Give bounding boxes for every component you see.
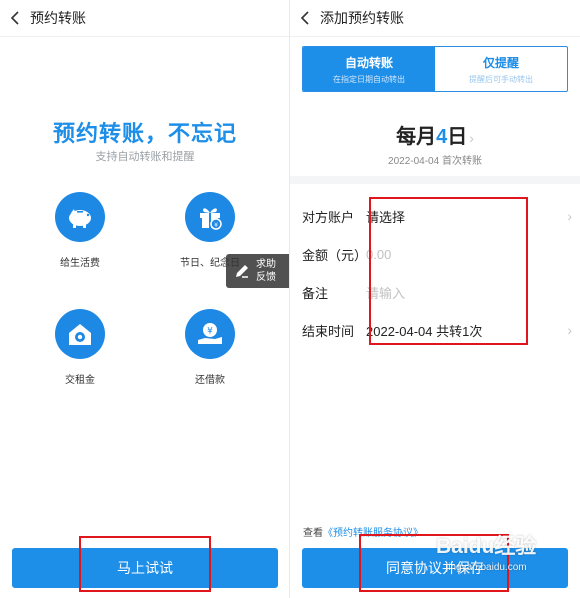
chevron-right-icon: ›: [469, 130, 474, 146]
nav-bar: 添加预约转账: [290, 0, 580, 36]
page-title: 添加预约转账: [320, 10, 404, 26]
amount-input[interactable]: 0.00: [366, 247, 391, 262]
section-separator: [290, 176, 580, 184]
row-label: 结束时间: [302, 323, 355, 339]
try-now-button[interactable]: 马上试试: [12, 548, 278, 588]
first-transfer-date: 2022-04-04 首次转账: [388, 156, 482, 167]
yuan-hand-icon: ¥: [198, 323, 222, 344]
feature-label: 还借款: [195, 375, 225, 386]
transfer-mode-segmented-control: 自动转账 在指定日期自动转出 仅提醒 提醒后可手动转出: [302, 46, 568, 92]
end-time-row[interactable]: 结束时间 2022-04-04 共转1次 ›: [290, 315, 580, 345]
schedule-day: 4: [436, 126, 448, 148]
row-label: 备注: [302, 285, 329, 301]
agreement-prefix: 查看: [303, 528, 323, 539]
note-row: 备注 请输入: [290, 277, 580, 307]
amount-row: 金额（元） 0.00: [290, 239, 580, 269]
schedule-suffix: 日: [447, 126, 468, 148]
row-label: 金额（元）: [302, 247, 368, 263]
nav-bar: 预约转账: [0, 0, 290, 36]
nav-divider: [290, 36, 580, 37]
watermark: Baidu经验 jingyan.baidu.com: [436, 528, 576, 582]
note-input[interactable]: 请输入: [366, 283, 405, 302]
tab-label: 仅提醒: [482, 55, 519, 70]
tab-sublabel: 提醒后可手动转出: [469, 74, 533, 84]
feature-living-expenses[interactable]: 给生活费: [25, 192, 135, 269]
right-screen: 添加预约转账 自动转账 在指定日期自动转出 仅提醒 提醒后可手动转出 每月4日 ›…: [290, 0, 580, 598]
page-title: 预约转账: [30, 10, 86, 26]
tab-remind-only[interactable]: 仅提醒 提醒后可手动转出: [435, 47, 567, 91]
house-icon: [69, 324, 91, 345]
help-feedback-button[interactable]: 求助 反馈: [226, 254, 290, 288]
hero-subtitle: 支持自动转账和提醒: [95, 151, 195, 163]
gift-box-icon: ¥: [200, 208, 222, 230]
chevron-right-icon: ›: [567, 208, 572, 224]
payee-account-select[interactable]: 请选择: [366, 207, 405, 226]
row-label: 对方账户: [302, 209, 355, 225]
feature-label: 给生活费: [60, 258, 100, 269]
feature-rent[interactable]: 交租金: [25, 309, 135, 386]
svg-text:¥: ¥: [207, 327, 213, 337]
schedule-prefix: 每月: [396, 126, 437, 148]
back-button[interactable]: [0, 0, 30, 36]
pencil-icon: [236, 265, 248, 278]
schedule-selector[interactable]: 每月4日 ›: [290, 120, 580, 149]
feature-label: 交租金: [65, 375, 95, 386]
agreement-text: 查看《预约转账服务协议》: [303, 524, 423, 539]
chevron-left-icon: [300, 11, 309, 25]
left-screen: 预约转账 预约转账，不忘记 支持自动转账和提醒 给生活费 ¥ 节日、纪念日 交租…: [0, 0, 290, 598]
agreement-link[interactable]: 《预约转账服务协议》: [323, 528, 423, 539]
feature-repay-loan[interactable]: ¥ 还借款: [155, 309, 265, 386]
nav-divider: [0, 36, 290, 37]
piggy-bank-icon: [69, 209, 91, 228]
help-label: 求助: [256, 259, 276, 270]
svg-text:¥: ¥: [214, 222, 218, 229]
hero-title: 预约转账，不忘记: [52, 121, 237, 146]
tab-label: 自动转账: [344, 55, 393, 70]
tab-sublabel: 在指定日期自动转出: [333, 74, 405, 84]
payee-account-row[interactable]: 对方账户 请选择 ›: [290, 201, 580, 231]
feedback-label: 反馈: [256, 272, 276, 283]
chevron-left-icon: [10, 11, 19, 25]
watermark-url: jingyan.baidu.com: [446, 562, 527, 573]
chevron-right-icon: ›: [567, 322, 572, 338]
back-button[interactable]: [290, 0, 320, 36]
watermark-logo: Baidu经验: [436, 535, 537, 558]
tab-auto-transfer[interactable]: 自动转账 在指定日期自动转出: [303, 47, 435, 91]
end-time-value: 2022-04-04 共转1次: [366, 323, 483, 339]
